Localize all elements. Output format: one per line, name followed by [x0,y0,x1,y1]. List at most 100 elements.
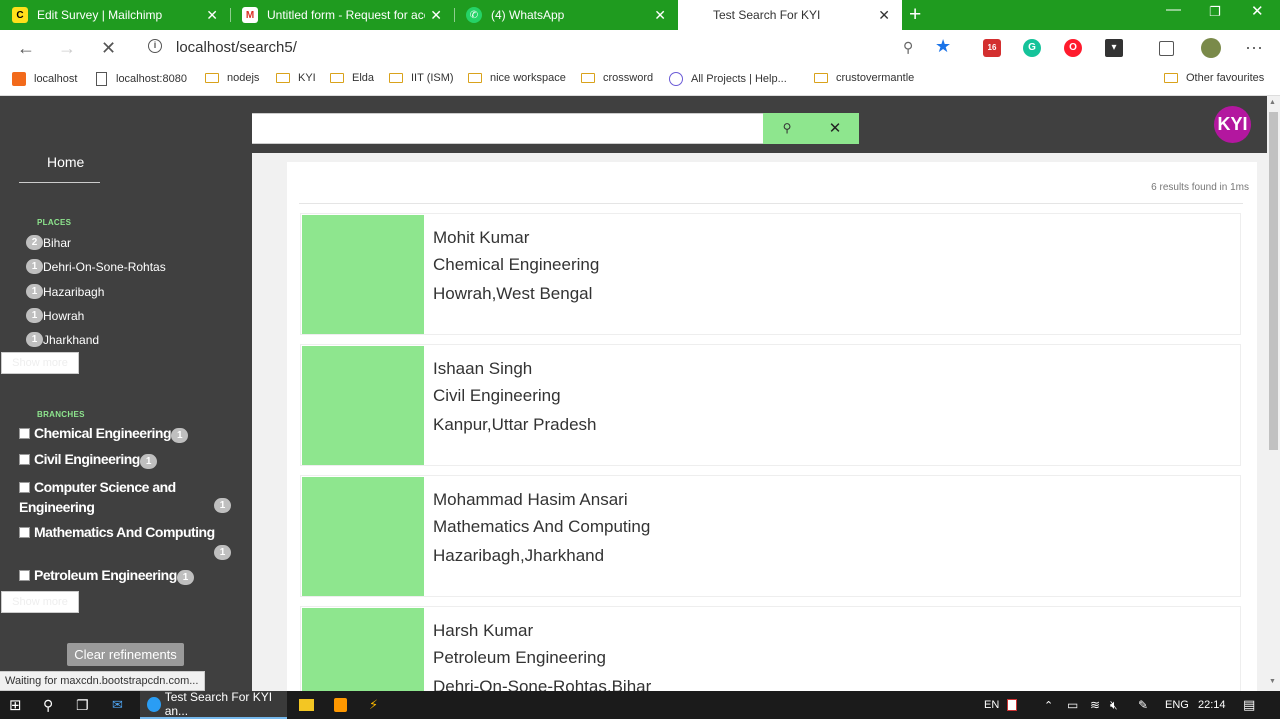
bookmark-kyi[interactable]: KYI [276,72,316,84]
back-arrow-icon[interactable]: ← [17,37,35,59]
gmail-icon: M [242,7,258,23]
checkbox[interactable] [19,570,30,581]
bookmark-crustovermantle[interactable]: crustovermantle [814,72,914,84]
taskbar: ⊞ ⚲ ❐ ✉ Test Search For KYI an... ⚡ EN ⌃… [0,690,1280,719]
bookmark-nice-workspace[interactable]: nice workspace [468,72,566,84]
bookmark-other-favourites[interactable]: Other favourites [1164,72,1264,84]
branch-item-petroleum[interactable]: Petroleum Engineering 1 [19,567,194,585]
clock[interactable]: 22:14 [1198,691,1226,719]
tab-google-form[interactable]: M Untitled form - Request for acce ✕ [230,0,454,30]
tab-test-search[interactable]: Test Search For KYI ✕ [678,0,902,30]
search-button[interactable]: ⚲ [763,113,811,144]
chevron-up-icon[interactable]: ⌃ [1044,691,1053,719]
branch-item-chemical[interactable]: Chemical Engineering 1 [19,425,189,443]
input-language[interactable]: EN [984,691,999,719]
notifications-icon[interactable]: ▤ [1243,691,1255,719]
result-location: Hazaribagh,Jharkhand [433,546,605,565]
folder-icon [276,73,290,83]
favorite-star-icon[interactable]: ★ [935,36,951,57]
calendar-extension-icon[interactable]: 16 [983,39,1001,57]
bookmark-elda[interactable]: Elda [330,72,374,84]
input-method-icon[interactable] [1007,691,1017,719]
checkbox[interactable] [19,527,30,538]
result-card[interactable]: Ishaan Singh Civil Engineering Kanpur,Ut… [300,344,1241,466]
branch-item-cse[interactable]: Computer Science and Engineering [19,477,187,517]
result-location: Dehri-On-Sone-Rohtas,Bihar [433,677,652,691]
more-menu-icon[interactable]: ··· [1245,36,1263,58]
file-explorer-icon[interactable] [299,691,314,719]
branches-show-more-button[interactable]: Show more [1,591,79,613]
extension-icon[interactable]: ▾ [1105,39,1123,57]
keyboard-language[interactable]: ENG [1165,691,1189,719]
new-tab-icon[interactable]: + [909,3,921,27]
place-item-bihar[interactable]: 2 Bihar [26,235,71,250]
bookmark-nodejs[interactable]: nodejs [205,72,259,84]
result-card[interactable]: Harsh Kumar Petroleum Engineering Dehri-… [300,606,1241,691]
restore-icon[interactable]: ❐ [1209,4,1221,20]
window-close-icon[interactable]: ✕ [1251,2,1264,20]
checkbox[interactable] [19,428,30,439]
close-icon[interactable]: ✕ [430,7,442,23]
search-icon[interactable]: ⚲ [43,691,53,719]
close-icon[interactable]: ✕ [878,7,890,23]
zoom-icon[interactable]: ⚲ [903,39,913,56]
place-item-howrah[interactable]: 1 Howrah [26,308,84,323]
grammarly-icon[interactable]: G [1023,39,1041,57]
place-item-jharkhand[interactable]: 1 Jharkhand [26,332,99,347]
branch-item-civil[interactable]: Civil Engineering 1 [19,451,157,469]
mail-icon[interactable]: ✉ [112,691,123,719]
bookmark-iit-ism[interactable]: IIT (ISM) [389,72,454,84]
url-field[interactable]: i localhost/search5/ ⚲ ★ [137,35,965,62]
bookmark-localhost-8080[interactable]: localhost:8080 [96,72,187,86]
url-text[interactable]: localhost/search5/ [176,39,297,56]
taskbar-edge-window[interactable]: Test Search For KYI an... [140,690,287,719]
opera-icon[interactable]: O [1064,39,1082,57]
volume-muted-icon[interactable]: 🔇︎ [1110,691,1118,719]
tab-title: Edit Survey | Mailchimp [37,8,163,22]
collections-icon[interactable] [1159,41,1174,56]
sublime-icon[interactable] [334,691,347,719]
count-badge: 1 [171,428,189,443]
search-input[interactable] [250,113,764,144]
clear-refinements-button[interactable]: Clear refinements [67,643,184,666]
app-icon[interactable]: ⚡ [369,691,378,719]
result-card[interactable]: Mohammad Hasim Ansari Mathematics And Co… [300,475,1241,597]
reset-button[interactable]: ✕ [811,113,859,144]
battery-icon[interactable]: ▭ [1067,691,1078,719]
place-item-dehri[interactable]: 1 Dehri-On-Sone-Rohtas [26,259,166,274]
windows-start-icon[interactable]: ⊞ [9,691,22,719]
bookmark-localhost[interactable]: localhost [12,72,77,86]
bookmark-all-projects[interactable]: All Projects | Help... [669,72,787,86]
info-icon[interactable]: i [148,39,162,53]
scroll-thumb[interactable] [1269,112,1278,450]
forward-arrow-icon[interactable]: → [58,37,76,59]
kyi-logo[interactable]: KYI [1214,106,1251,143]
places-show-more-button[interactable]: Show more [1,352,79,374]
close-icon[interactable]: ✕ [206,7,218,23]
result-card[interactable]: Mohit Kumar Chemical Engineering Howrah,… [300,213,1241,335]
close-icon[interactable]: ✕ [654,7,666,23]
branch-item-maths[interactable]: Mathematics And Computing [19,524,215,540]
checkbox[interactable] [19,482,30,493]
checkbox[interactable] [19,454,30,465]
branches-title: BRANCHES [37,410,85,419]
results-panel: 6 results found in 1ms Mohit Kumar Chemi… [287,162,1257,691]
tab-whatsapp[interactable]: ✆ (4) WhatsApp ✕ [454,0,678,30]
wifi-icon[interactable]: ≋ [1090,691,1100,719]
task-view-icon[interactable]: ❐ [76,691,89,719]
place-item-hazaribagh[interactable]: 1 Hazaribagh [26,284,104,299]
tab-mailchimp[interactable]: C Edit Survey | Mailchimp ✕ [0,0,230,30]
stop-loading-icon[interactable]: ✕ [101,37,116,59]
count-badge: 1 [26,332,43,347]
scrollbar[interactable]: ▲ ▼ [1267,96,1280,691]
profile-avatar[interactable] [1201,38,1221,58]
scroll-down-icon[interactable]: ▼ [1269,678,1276,685]
result-thumbnail [302,215,424,334]
count-badge: 1 [176,570,194,585]
scroll-up-icon[interactable]: ▲ [1269,99,1276,106]
home-link[interactable]: Home [47,154,84,170]
result-branch: Petroleum Engineering [433,648,606,667]
pen-icon[interactable]: ✎ [1138,691,1148,719]
bookmark-crossword[interactable]: crossword [581,72,653,84]
minimize-icon[interactable]: — [1166,1,1181,18]
